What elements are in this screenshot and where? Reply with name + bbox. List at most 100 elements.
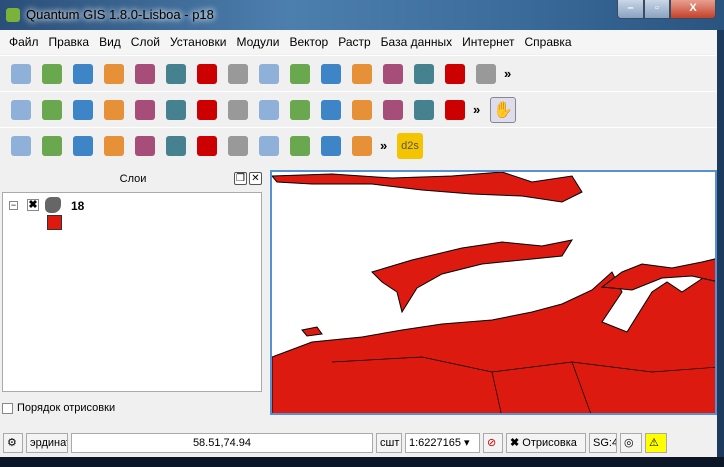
menu-help[interactable]: Справка: [520, 30, 577, 54]
toolbar-overflow-button[interactable]: »: [380, 138, 392, 153]
label-abc-icon[interactable]: [287, 97, 313, 123]
projection-icon[interactable]: ◎: [620, 433, 642, 453]
add-layer-glyph: [11, 99, 31, 120]
remove-icon[interactable]: [70, 97, 96, 123]
layer-visibility-checkbox[interactable]: ✖: [27, 199, 39, 211]
print-composer-glyph: [135, 63, 155, 84]
new-layer-icon[interactable]: [380, 61, 406, 87]
rotate-icon[interactable]: [349, 133, 375, 159]
redo-icon[interactable]: [39, 133, 65, 159]
edit-3-icon[interactable]: [163, 97, 189, 123]
coordinate-field[interactable]: 58.51,74.94: [71, 433, 373, 453]
add-wfs-glyph: [352, 63, 372, 84]
polygon-icon[interactable]: [70, 133, 96, 159]
ring-glyph: [104, 135, 124, 156]
add-wcs-glyph: [445, 63, 465, 84]
toolbar-overflow-button[interactable]: »: [473, 102, 485, 117]
d2s-icon[interactable]: d2s: [397, 132, 423, 159]
render-toggle[interactable]: ✖ Отрисовка: [506, 433, 586, 453]
close-button[interactable]: X: [670, 0, 716, 19]
edit-6-icon[interactable]: [256, 97, 282, 123]
render-order-checkbox[interactable]: [2, 402, 13, 414]
crs-button[interactable]: SG:43: [589, 433, 617, 453]
label-4-glyph: [383, 99, 403, 120]
undo-glyph: [11, 135, 31, 156]
edit-6-glyph: [259, 99, 279, 120]
part-2-icon[interactable]: [194, 133, 220, 159]
edit-5-glyph: [228, 99, 248, 120]
collapse-icon[interactable]: −: [9, 201, 18, 210]
add-vector-glyph: [197, 63, 217, 84]
float-icon[interactable]: ❐: [234, 172, 247, 185]
status-bar: ⚙ эрдинат 58.51,74.94 сшт 1:6227165 ▾ ⊘ …: [0, 430, 717, 456]
edit-5-icon[interactable]: [225, 97, 251, 123]
ring-2-icon[interactable]: [132, 133, 158, 159]
menu-vector[interactable]: Вектор: [284, 30, 333, 54]
edit-2-icon[interactable]: [132, 97, 158, 123]
maximize-button[interactable]: ▫: [644, 0, 670, 19]
edit-layer-glyph: [104, 99, 124, 120]
island-small: [301, 326, 323, 337]
menu-layer[interactable]: Слой: [126, 30, 165, 54]
pan-icon[interactable]: ✋: [490, 96, 516, 123]
part-icon[interactable]: [163, 133, 189, 159]
print-composer-icon[interactable]: [132, 61, 158, 87]
add-wfs-icon[interactable]: [349, 61, 375, 87]
label-5-glyph: [414, 99, 434, 120]
add-wcs-icon[interactable]: [442, 61, 468, 87]
menu-edit[interactable]: Правка: [44, 30, 95, 54]
map-canvas[interactable]: [270, 170, 717, 415]
coordinate-toggle-icon[interactable]: ⚙: [3, 433, 23, 453]
node-glyph: [228, 135, 248, 156]
edit-layer-icon[interactable]: [101, 97, 127, 123]
label-5-icon[interactable]: [411, 97, 437, 123]
label-2-icon[interactable]: [318, 97, 344, 123]
add-spatialite-icon[interactable]: [287, 61, 313, 87]
add-spatialite-glyph: [290, 63, 310, 84]
print-icon[interactable]: [163, 61, 189, 87]
new-project-glyph: [11, 63, 31, 84]
menu-view[interactable]: Вид: [94, 30, 126, 54]
landmass-main: [272, 269, 715, 413]
label-6-glyph: [445, 99, 465, 120]
warning-icon[interactable]: ⚠: [645, 433, 667, 453]
reshape-icon[interactable]: [287, 133, 313, 159]
remove-layer-glyph: [414, 63, 434, 84]
save-project-icon[interactable]: [70, 61, 96, 87]
label-6-icon[interactable]: [442, 97, 468, 123]
edit-4-icon[interactable]: [194, 97, 220, 123]
menu-database[interactable]: База данных: [376, 30, 457, 54]
node-2-icon[interactable]: [256, 133, 282, 159]
label-4-icon[interactable]: [380, 97, 406, 123]
add-wms-icon[interactable]: [318, 61, 344, 87]
close-panel-icon[interactable]: ✕: [249, 172, 262, 185]
stop-render-icon[interactable]: ⊘: [483, 433, 503, 453]
add-vector-icon[interactable]: [194, 61, 220, 87]
render-label: Отрисовка: [522, 437, 577, 449]
save-as-icon[interactable]: [101, 61, 127, 87]
add-layer-icon[interactable]: [8, 97, 34, 123]
node-icon[interactable]: [225, 133, 251, 159]
ring-icon[interactable]: [101, 133, 127, 159]
menu-web[interactable]: Интернет: [457, 30, 519, 54]
remove-layer-icon[interactable]: [411, 61, 437, 87]
layer-tree: − ✖ 18: [2, 192, 262, 392]
layer-name[interactable]: 18: [71, 199, 84, 213]
toolbar-overflow-button[interactable]: »: [504, 66, 516, 81]
gps-icon[interactable]: [473, 61, 499, 87]
new-project-icon[interactable]: [8, 61, 34, 87]
label-3-icon[interactable]: [349, 97, 375, 123]
render-order[interactable]: Порядок отрисовки: [2, 402, 115, 414]
add-postgis-icon[interactable]: [256, 61, 282, 87]
menu-plugins[interactable]: Модули: [231, 30, 284, 54]
menu-settings[interactable]: Установки: [165, 30, 231, 54]
add-star-icon[interactable]: [39, 97, 65, 123]
minimize-button[interactable]: –: [617, 0, 644, 19]
menu-raster[interactable]: Растр: [333, 30, 375, 54]
scale-combobox[interactable]: 1:6227165 ▾: [405, 433, 480, 453]
menu-file[interactable]: Файл: [4, 30, 44, 54]
add-raster-icon[interactable]: [225, 61, 251, 87]
open-project-icon[interactable]: [39, 61, 65, 87]
simplify-icon[interactable]: [318, 133, 344, 159]
undo-icon[interactable]: [8, 133, 34, 159]
